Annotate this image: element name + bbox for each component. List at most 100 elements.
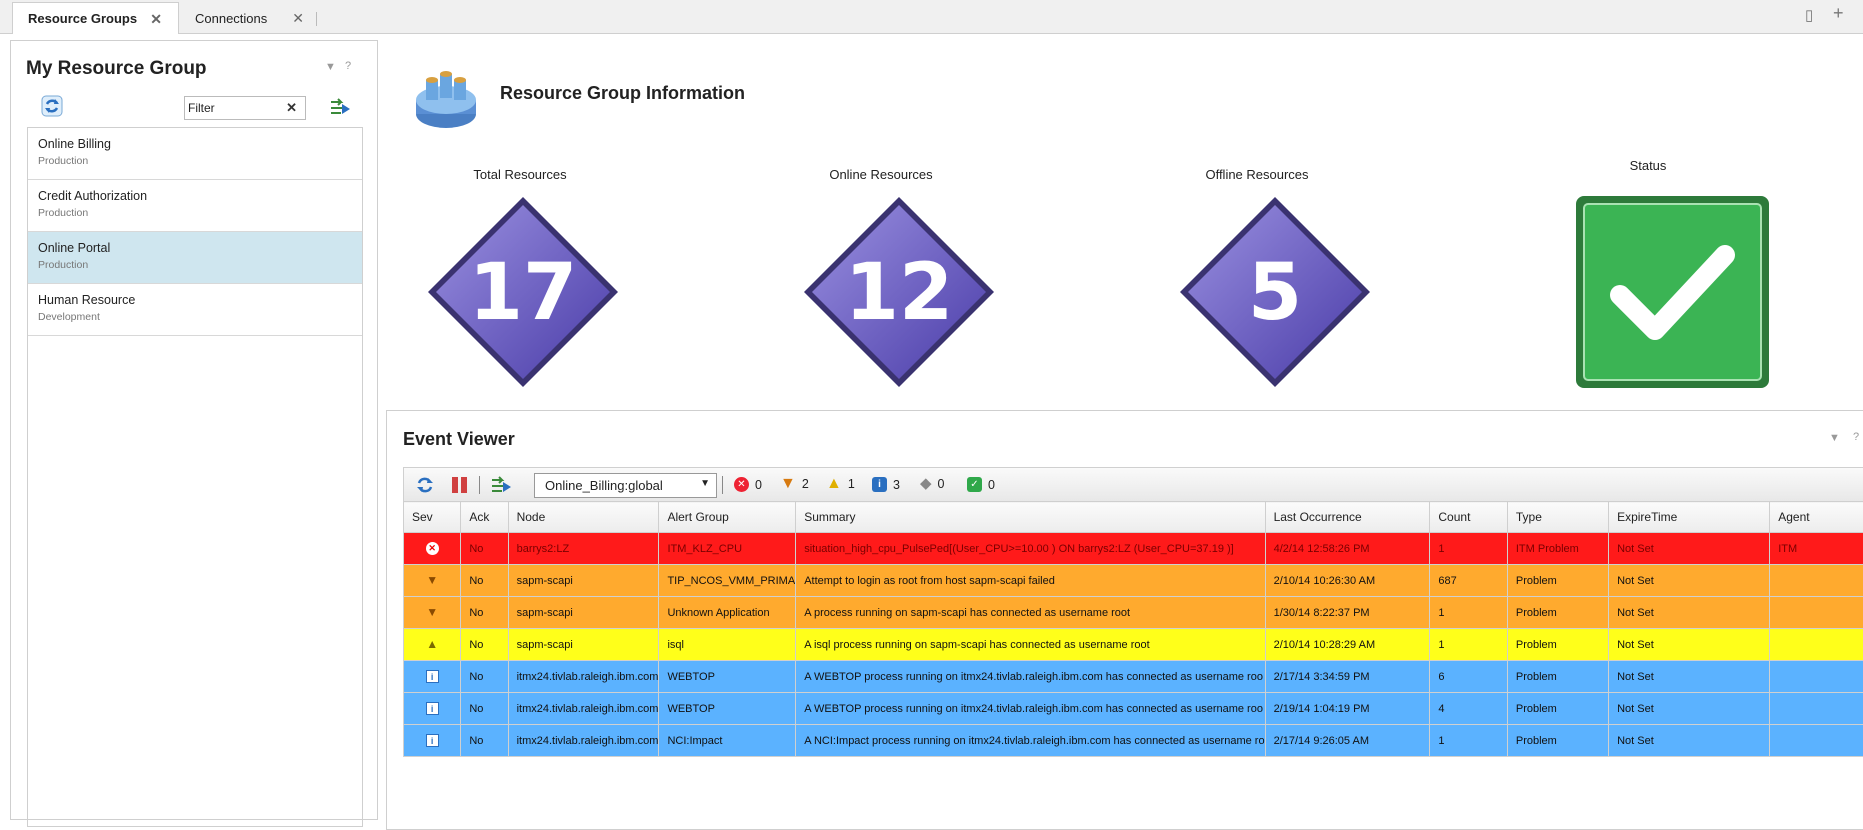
clear-filter-icon[interactable]: ✕ [286,100,297,116]
filter-select[interactable]: Online_Billing:global ▼ [534,473,717,498]
count-cell: 4 [1430,693,1508,725]
major-icon: ▼ [426,574,439,587]
indeterminate-count[interactable]: ◆ 0 [920,477,945,491]
apply-filter-icon[interactable] [329,96,351,118]
summary-cell: A WEBTOP process running on itmx24.tivla… [796,661,1265,693]
agent-cell [1770,725,1863,757]
info-count[interactable]: i 3 [872,477,900,492]
last-cell: 2/10/14 10:28:29 AM [1265,629,1430,661]
severity-cell: ▼ [404,597,461,629]
resource-group-panel: My Resource Group ▼ ? Filter ✕ Online Bi… [10,40,378,820]
table-row[interactable]: ▼Nosapm-scapiUnknown ApplicationA proces… [404,597,1863,629]
close-icon[interactable]: ✕ [292,10,304,27]
metric-value: 17 [469,248,578,338]
toolbar-divider [479,476,480,494]
event-toolbar: Online_Billing:global ▼ ✕ 0 ▼ 2 ▲ 1 i 3 … [403,467,1863,501]
help-icon[interactable]: ? [1853,431,1859,443]
column-header[interactable]: Count [1430,502,1508,533]
critical-icon: ✕ [426,542,439,555]
column-header[interactable]: Type [1507,502,1608,533]
summary-cell: A WEBTOP process running on itmx24.tivla… [796,693,1265,725]
type-cell: Problem [1507,693,1608,725]
group-name: Online Billing [38,137,362,151]
offline-resources-diamond: 5 [1175,192,1375,392]
chevron-down-icon[interactable]: ▼ [325,61,336,73]
group-name: Online Portal [38,241,362,255]
list-item[interactable]: Credit Authorization Production [28,180,362,232]
tab-resource-groups[interactable]: Resource Groups ✕ [12,2,179,34]
refresh-icon[interactable] [41,95,63,117]
table-row[interactable]: iNoitmx24.tivlab.raleigh.ibm.comWEBTOPA … [404,661,1863,693]
count-value: 2 [802,477,809,491]
critical-count[interactable]: ✕ 0 [734,477,762,492]
pause-icon[interactable] [450,475,470,495]
list-item[interactable]: Human Resource Development [28,284,362,336]
filter-builder-icon[interactable] [490,474,512,496]
table-row[interactable]: ✕Nobarrys2:LZITM_KLZ_CPUsituation_high_c… [404,533,1863,565]
group-cell: TIP_NCOS_VMM_PRIMA [659,565,796,597]
help-icon[interactable]: ? [345,60,351,72]
list-item-selected[interactable]: Online Portal Production [28,232,362,284]
count-cell: 1 [1430,597,1508,629]
ack-cell: No [461,597,508,629]
expire-cell: Not Set [1609,597,1770,629]
group-cell: isql [659,629,796,661]
column-header[interactable]: Ack [461,502,508,533]
table-row[interactable]: iNoitmx24.tivlab.raleigh.ibm.comWEBTOPA … [404,693,1863,725]
table-row[interactable]: ▼Nosapm-scapiTIP_NCOS_VMM_PRIMAAttempt t… [404,565,1863,597]
tab-connections[interactable]: Connections ✕ [180,2,320,34]
filter-text: Filter [188,101,215,115]
table-row[interactable]: ▲Nosapm-scapiisqlA isql process running … [404,629,1863,661]
column-header[interactable]: Alert Group [659,502,796,533]
status-label: Status [1538,158,1758,173]
major-count[interactable]: ▼ 2 [780,477,809,491]
minor-count[interactable]: ▲ 1 [826,477,855,491]
filter-input[interactable]: Filter ✕ [184,96,306,120]
column-header[interactable]: ExpireTime [1609,502,1770,533]
type-cell: Problem [1507,597,1608,629]
group-cell: NCI:Impact [659,725,796,757]
ack-cell: No [461,725,508,757]
column-header[interactable]: Summary [796,502,1265,533]
summary-cell: situation_high_cpu_PulsePed[(User_CPU>=1… [796,533,1265,565]
resource-group-info: Resource Group Information Total Resourc… [380,40,1863,410]
agent-cell [1770,565,1863,597]
table-row[interactable]: iNoitmx24.tivlab.raleigh.ibm.comNCI:Impa… [404,725,1863,757]
event-viewer-panel: Event Viewer ▼ ? Online_Billing:global ▼… [386,410,1863,830]
type-cell: Problem [1507,661,1608,693]
refresh-icon[interactable] [414,474,436,496]
group-cell: WEBTOP [659,661,796,693]
last-cell: 2/19/14 1:04:19 PM [1265,693,1430,725]
ack-cell: No [461,629,508,661]
info-icon: i [426,702,439,715]
column-header[interactable]: Agent [1770,502,1863,533]
column-header[interactable]: Node [508,502,659,533]
severity-cell: ▼ [404,565,461,597]
toolbar-divider [722,476,723,494]
expire-cell: Not Set [1609,629,1770,661]
severity-cell: ✕ [404,533,461,565]
page-icon[interactable]: ▯ [1805,6,1813,24]
count-cell: 6 [1430,661,1508,693]
last-cell: 1/30/14 8:22:37 PM [1265,597,1430,629]
type-cell: ITM Problem [1507,533,1608,565]
warning-icon: ▲ [426,638,439,651]
type-cell: Problem [1507,629,1608,661]
panel-title: My Resource Group [26,58,207,80]
last-cell: 2/17/14 3:34:59 PM [1265,661,1430,693]
severity-cell: i [404,661,461,693]
check-icon: ✓ [967,477,982,492]
severity-cell: i [404,725,461,757]
add-tab-icon[interactable]: + [1833,3,1844,24]
column-header[interactable]: Sev [404,502,461,533]
column-header[interactable]: Last Occurrence [1265,502,1430,533]
chevron-down-icon[interactable]: ▼ [1829,432,1840,444]
event-viewer-title: Event Viewer [403,429,515,450]
clear-count[interactable]: ✓ 0 [967,477,995,492]
close-icon[interactable]: ✕ [150,11,162,28]
type-cell: Problem [1507,725,1608,757]
tab-label: Connections [195,11,267,26]
list-item[interactable]: Online Billing Production [28,128,362,180]
info-icon: i [426,670,439,683]
agent-cell [1770,629,1863,661]
